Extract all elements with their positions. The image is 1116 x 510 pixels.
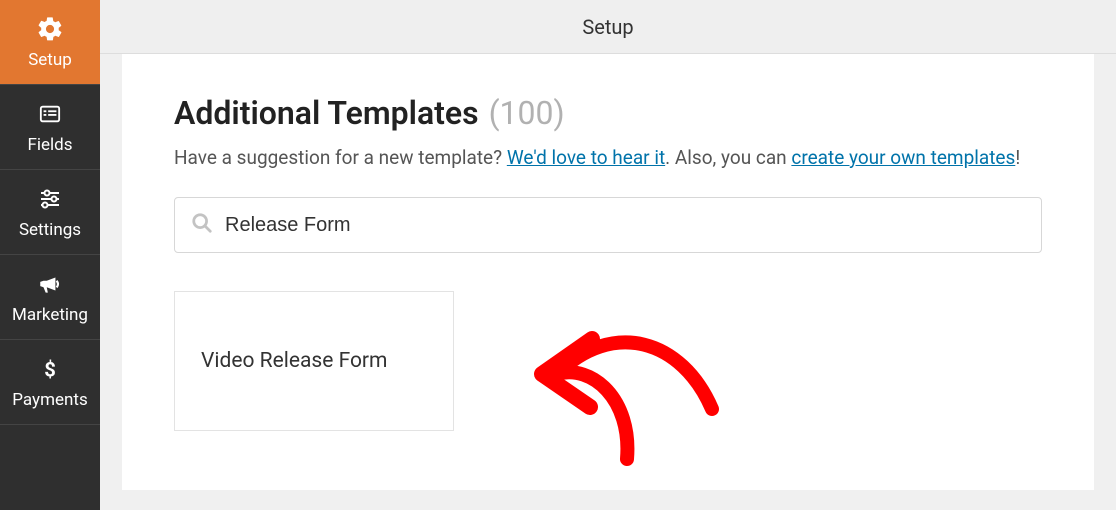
- subtitle-text: . Also, you can: [665, 146, 791, 169]
- subtitle-text: Have a suggestion for a new template?: [174, 146, 507, 169]
- subtitle-text: !: [1015, 146, 1020, 169]
- sidebar: Setup Fields Settings Marketing $ Paymen…: [0, 0, 100, 510]
- list-icon: [35, 99, 65, 129]
- template-title: Video Release Form: [201, 349, 387, 373]
- annotation-arrow: [522, 309, 762, 483]
- sliders-icon: [35, 184, 65, 214]
- gear-icon: [35, 14, 65, 44]
- sidebar-item-setup[interactable]: Setup: [0, 0, 100, 85]
- sidebar-item-label: Payments: [12, 390, 87, 410]
- template-card[interactable]: Video Release Form: [174, 291, 454, 431]
- suggestion-link[interactable]: We'd love to hear it: [507, 146, 665, 169]
- sidebar-item-settings[interactable]: Settings: [0, 170, 100, 255]
- dollar-icon: $: [35, 354, 65, 384]
- template-count: (100): [489, 94, 565, 132]
- svg-text:$: $: [44, 357, 56, 381]
- megaphone-icon: [35, 269, 65, 299]
- sidebar-item-payments[interactable]: $ Payments: [0, 340, 100, 425]
- search-box[interactable]: [174, 197, 1042, 253]
- search-input[interactable]: [225, 214, 1025, 237]
- sidebar-spacer: [0, 425, 100, 510]
- sidebar-item-marketing[interactable]: Marketing: [0, 255, 100, 340]
- sidebar-item-label: Marketing: [12, 305, 88, 325]
- sidebar-item-label: Fields: [27, 135, 72, 155]
- topbar: Setup: [100, 0, 1116, 54]
- page-title: Setup: [582, 15, 633, 39]
- create-templates-link[interactable]: create your own templates: [791, 146, 1015, 169]
- sidebar-item-label: Setup: [28, 50, 72, 70]
- sidebar-item-fields[interactable]: Fields: [0, 85, 100, 170]
- sidebar-item-label: Settings: [19, 220, 81, 240]
- section-heading: Additional Templates: [174, 94, 479, 132]
- templates-panel: Additional Templates (100) Have a sugges…: [122, 54, 1094, 490]
- section-subtitle: Have a suggestion for a new template? We…: [174, 146, 1042, 169]
- search-icon: [191, 212, 213, 238]
